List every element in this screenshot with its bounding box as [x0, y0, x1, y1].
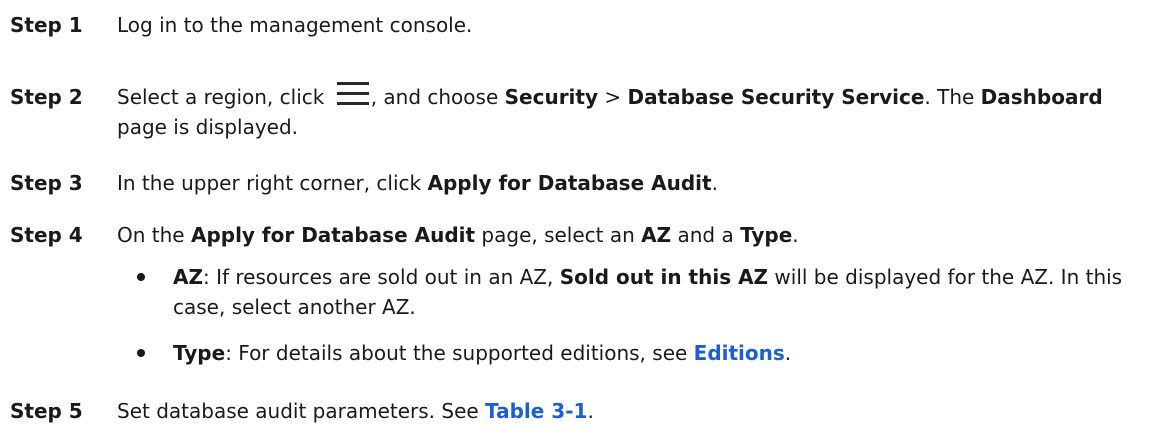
text-fragment: and a	[671, 223, 741, 247]
menu-icon-bar	[336, 102, 369, 105]
step-text: Log in to the management console.	[117, 10, 1152, 40]
text-fragment: .	[587, 399, 594, 423]
menu-icon-bar	[336, 92, 369, 95]
bold-term-az: AZ	[173, 265, 203, 289]
editions-link[interactable]: Editions	[694, 341, 785, 365]
menu-icon[interactable]	[336, 82, 369, 106]
bullet-dot-icon	[137, 273, 145, 281]
text-fragment: .	[784, 341, 792, 365]
menu-icon-bar	[336, 82, 369, 85]
bold-term-type: Type	[740, 223, 793, 247]
bold-term-security: Security	[504, 85, 599, 109]
text-fragment: page, select an	[475, 223, 642, 247]
bullet-dot-icon	[137, 349, 145, 357]
step-text: Set database audit parameters. See Table…	[117, 396, 1152, 426]
bullet-text: AZ: If resources are sold out in an AZ, …	[173, 262, 1137, 322]
bold-term-apply-for-database-audit: Apply for Database Audit	[190, 223, 476, 247]
text-fragment: >	[598, 85, 628, 109]
step-label: Step 3	[10, 171, 83, 195]
text-fragment: On the	[117, 223, 191, 247]
text-fragment: . The	[924, 85, 981, 109]
text-fragment: .	[711, 171, 718, 195]
bold-term-az: AZ	[641, 223, 672, 247]
step-label: Step 1	[10, 13, 83, 37]
step-label: Step 5	[10, 399, 83, 423]
bold-term-type: Type	[173, 341, 226, 365]
bold-term-apply-for-database-audit: Apply for Database Audit	[427, 171, 712, 195]
text-fragment: page is displayed.	[117, 115, 299, 139]
text-fragment: : For details about the supported editio…	[225, 341, 694, 365]
step-text: On the Apply for Database Audit page, se…	[117, 220, 1152, 250]
bullet-text: Type: For details about the supported ed…	[173, 338, 1137, 368]
text-fragment: In the upper right corner, click	[117, 171, 428, 195]
bold-term-sold-out-in-this-az: Sold out in this AZ	[559, 265, 769, 289]
step-text: Select a region, click , and choose Secu…	[117, 82, 1152, 142]
text-fragment: Select a region, click	[117, 85, 331, 109]
bold-term-database-security-service: Database Security Service	[627, 85, 925, 109]
text-fragment: : If resources are sold out in an AZ,	[202, 265, 560, 289]
text-fragment: , and choose	[370, 85, 505, 109]
text-fragment: Set database audit parameters. See	[117, 399, 486, 423]
step-text: In the upper right corner, click Apply f…	[117, 168, 1152, 198]
bold-term-dashboard: Dashboard	[980, 85, 1103, 109]
text-fragment: .	[792, 223, 799, 247]
step-label: Step 2	[10, 85, 83, 109]
table-3-1-link[interactable]: Table 3-1	[485, 399, 587, 423]
step-label: Step 4	[10, 223, 83, 247]
text-fragment: Log in to the management console.	[117, 13, 473, 37]
